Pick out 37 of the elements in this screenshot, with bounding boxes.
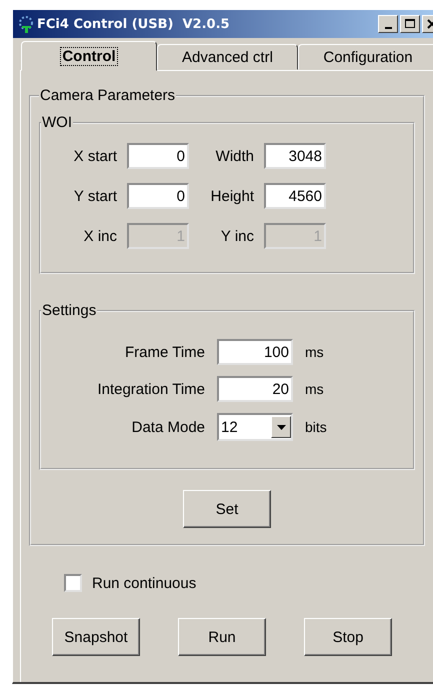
field-label: Frame Time — [124, 344, 205, 360]
checkbox-label[interactable]: Run continuous — [92, 574, 196, 592]
group-title: Settings — [41, 302, 98, 319]
number-field[interactable]: 0 — [127, 143, 189, 169]
tab[interactable]: Advanced ctrl — [157, 44, 298, 70]
field-label: Data Mode — [130, 418, 205, 436]
unit-label: ms — [305, 344, 325, 360]
unit-label: ms — [305, 381, 325, 397]
group-title: WOI — [41, 114, 73, 131]
field-label: Y start — [72, 188, 117, 204]
unit-label: bits — [305, 419, 328, 435]
field-label: X inc — [82, 228, 117, 244]
set-button[interactable]: Set — [183, 490, 271, 528]
field-label: Y inc — [220, 228, 254, 244]
tab[interactable]: Control — [21, 41, 157, 71]
number-field[interactable]: 0 — [127, 183, 189, 209]
dropdown[interactable]: 12 — [217, 413, 293, 441]
number-field[interactable]: 20 — [217, 376, 293, 402]
number-field[interactable]: 4560 — [264, 183, 326, 209]
field-label: Height — [210, 188, 254, 204]
window-title: FCi4 Control (USB) V2.0.5 — [37, 16, 231, 32]
field-label: Width — [214, 148, 254, 164]
group-title: Camera Parameters — [39, 87, 176, 104]
action-button[interactable]: Snapshot — [52, 618, 140, 656]
minimize-icon — [384, 26, 392, 28]
minimize-button[interactable] — [378, 15, 398, 33]
number-field[interactable]: 100 — [217, 339, 293, 365]
number-field[interactable]: 3048 — [264, 143, 326, 169]
field-label: X start — [72, 148, 117, 164]
maximize-icon — [405, 19, 415, 29]
field-label: Integration Time — [96, 380, 205, 398]
maximize-button[interactable] — [400, 15, 420, 33]
action-button[interactable]: Run — [178, 618, 266, 656]
app-icon — [17, 15, 35, 33]
checkbox[interactable] — [64, 574, 82, 592]
tab[interactable]: Configuration — [298, 44, 433, 70]
action-button[interactable]: Stop — [304, 618, 392, 656]
